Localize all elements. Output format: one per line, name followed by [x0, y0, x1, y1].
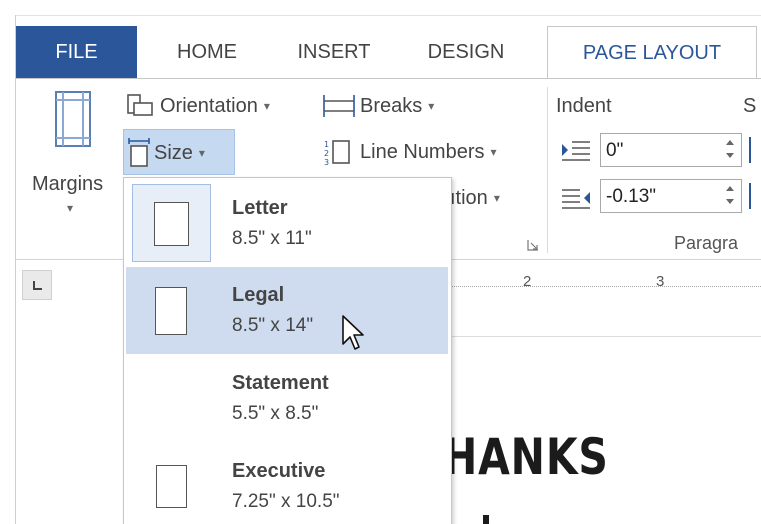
size-option-dimensions: 8.5" x 11"	[232, 228, 312, 249]
window-top-bar	[0, 0, 761, 16]
window-left-edge	[0, 15, 16, 524]
size-dropdown-menu: Letter 8.5" x 11" Legal 8.5" x 14" State…	[123, 177, 452, 524]
margins-button[interactable]: Margins ▾	[26, 89, 118, 219]
orientation-label: Orientation	[160, 95, 258, 117]
ruler-mark-3: 3	[656, 273, 665, 290]
breaks-icon	[323, 95, 355, 117]
word-window: FILE HOME INSERT DESIGN PAGE LAYOUT Marg…	[0, 0, 761, 524]
orientation-button[interactable]: Orientation ▾	[124, 89, 314, 123]
executive-page-icon	[156, 465, 187, 508]
tab-page-layout[interactable]: PAGE LAYOUT	[547, 26, 757, 80]
margins-icon	[55, 91, 91, 147]
svg-text:3: 3	[324, 158, 329, 167]
horizontal-ruler	[450, 286, 761, 288]
legal-thumbnail	[132, 271, 211, 349]
paragraph-group-label: Paragra	[674, 233, 739, 253]
group-separator	[547, 87, 548, 253]
executive-thumbnail	[132, 447, 211, 524]
size-option-name: Statement	[232, 372, 329, 394]
ruler-mark-2: 2	[523, 273, 532, 290]
spacing-header: S	[743, 95, 757, 117]
indent-left-spinner[interactable]	[723, 137, 737, 165]
tab-home[interactable]: HOME	[152, 26, 262, 78]
hyphenation-label: ıtion	[450, 187, 488, 209]
breaks-button[interactable]: Breaks ▾	[322, 89, 462, 123]
size-caret-icon: ▾	[198, 146, 205, 160]
margins-dropdown-arrow: ▾	[67, 201, 74, 215]
mouse-pointer-icon	[342, 315, 364, 350]
statement-thumbnail	[132, 359, 211, 437]
document-top-border	[450, 336, 761, 337]
tab-selector[interactable]	[22, 270, 52, 300]
orientation-caret-icon: ▾	[263, 99, 270, 113]
line-numbers-caret-icon: ▾	[490, 145, 497, 159]
tab-design[interactable]: DESIGN	[414, 26, 518, 78]
size-option-name: Legal	[232, 284, 285, 306]
ribbon-tab-bar: FILE HOME INSERT DESIGN PAGE LAYOUT	[16, 26, 761, 80]
margins-label: Margins	[32, 173, 104, 195]
size-icon	[128, 138, 150, 167]
letter-page-icon	[154, 202, 189, 246]
indent-right-input[interactable]: -0.13"	[600, 179, 742, 213]
document-heading: HANKS	[443, 428, 609, 486]
size-button[interactable]: Size ▾	[123, 129, 235, 175]
indent-right-icon	[562, 189, 590, 209]
size-option-name: Letter	[232, 197, 288, 219]
spacing-cutoff-icon	[749, 137, 755, 163]
indent-right-spinner[interactable]	[723, 183, 737, 211]
size-option-name: Executive	[232, 460, 326, 482]
size-label: Size	[154, 142, 193, 164]
size-option-legal[interactable]: Legal 8.5" x 14"	[126, 267, 448, 354]
left-tab-icon	[33, 281, 42, 290]
indent-right-value: -0.13"	[606, 186, 657, 207]
size-option-letter[interactable]: Letter 8.5" x 11"	[126, 180, 448, 267]
indent-header: Indent	[556, 95, 612, 117]
page-setup-launcher-icon[interactable]	[527, 239, 539, 251]
line-numbers-label: Line Numbers	[360, 141, 485, 163]
legal-page-icon	[155, 287, 187, 335]
line-numbers-icon: 1 2 3	[324, 140, 350, 167]
letter-thumbnail	[132, 184, 211, 262]
svg-text:1: 1	[324, 140, 329, 149]
orientation-icon	[127, 94, 153, 116]
indent-left-icon	[562, 141, 590, 161]
tab-file[interactable]: FILE	[16, 26, 137, 78]
tab-insert[interactable]: INSERT	[282, 26, 386, 78]
breaks-caret-icon: ▾	[428, 99, 435, 113]
hyphenation-button[interactable]: ıtion ▾	[450, 181, 540, 215]
size-option-dimensions: 8.5" x 14"	[232, 315, 314, 336]
size-option-executive[interactable]: Executive 7.25" x 10.5"	[126, 443, 448, 524]
line-numbers-button[interactable]: 1 2 3 Line Numbers ▾	[322, 135, 542, 169]
size-option-statement[interactable]: Statement 5.5" x 8.5"	[126, 355, 448, 442]
indent-left-input[interactable]: 0"	[600, 133, 742, 167]
document-text-fragment	[483, 515, 489, 524]
breaks-label: Breaks	[360, 95, 423, 117]
size-option-dimensions: 7.25" x 10.5"	[232, 491, 340, 512]
spacing-cutoff-icon-2	[749, 183, 755, 209]
size-option-dimensions: 5.5" x 8.5"	[232, 403, 319, 424]
indent-left-value: 0"	[606, 140, 624, 161]
svg-text:2: 2	[324, 149, 329, 158]
hyphenation-caret-icon: ▾	[493, 191, 500, 205]
